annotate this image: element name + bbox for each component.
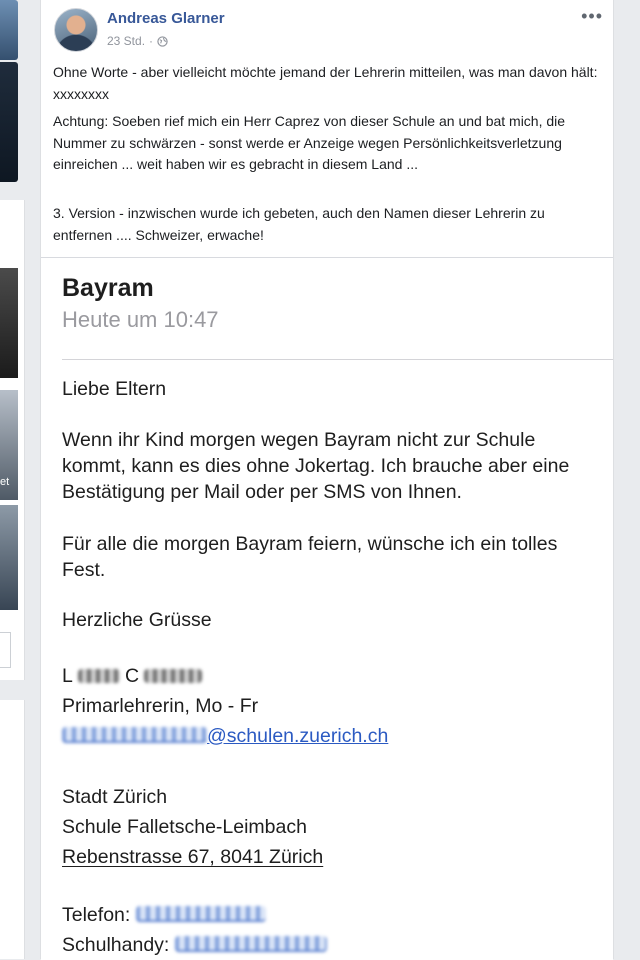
phone-label: Telefon: (62, 904, 131, 926)
post-paragraph: 3. Version - inzwischen wurde ich gebete… (53, 205, 545, 243)
left-card-2 (0, 700, 25, 959)
more-options-icon[interactable]: ••• (581, 6, 603, 27)
email-link[interactable]: @schulen.zuerich.ch (207, 725, 388, 747)
post-author[interactable]: Andreas Glarner (107, 10, 225, 27)
message-line: kommt, kann es dies ohne Jokertag. Ich b… (62, 455, 570, 477)
redacted-text (77, 669, 120, 683)
globe-icon[interactable] (157, 35, 168, 47)
redacted-text (144, 669, 203, 683)
message-sender: Bayram (62, 274, 154, 302)
signature-role: Primarlehrerin, Mo - Fr (62, 695, 259, 717)
redacted-phone[interactable] (135, 906, 266, 922)
name-initial: L (62, 665, 73, 687)
message-greeting: Liebe Eltern (62, 378, 167, 400)
left-input-box[interactable] (0, 632, 11, 668)
post-meta: 23 Std. · (107, 34, 168, 48)
post-paragraph: Achtung: Soeben rief mich ein Herr Capre… (53, 113, 566, 172)
signature-email[interactable]: @schulen.zuerich.ch (62, 725, 388, 748)
phone-row: Telefon: (62, 904, 266, 927)
mobile-row: Schulhandy: (62, 934, 327, 957)
left-photo-3[interactable] (0, 505, 18, 610)
address-city: Stadt Zürich (62, 786, 168, 808)
address-school: Schule Falletsche-Leimbach (62, 816, 307, 838)
redacted-phone[interactable] (174, 936, 327, 952)
signature-name: L C (62, 665, 203, 688)
address-street[interactable]: Rebenstrasse 67, 8041 Zürich (62, 846, 323, 869)
left-thumbnail-2[interactable] (0, 62, 18, 182)
post-paragraph: Ohne Worte - aber vielleicht möchte jema… (53, 64, 598, 102)
post-time[interactable]: 23 Std. (107, 34, 145, 48)
message-divider (62, 359, 613, 360)
left-photo-2[interactable]: et (0, 390, 18, 500)
meta-separator: · (149, 34, 154, 48)
feed-post: Andreas Glarner 23 Std. · ••• Ohne Worte… (40, 0, 614, 960)
left-photo-1[interactable] (0, 268, 18, 378)
message-time: Heute um 10:47 (62, 307, 219, 332)
name-initial: C (124, 665, 140, 687)
avatar[interactable] (54, 8, 98, 52)
left-partial-text: et (0, 476, 10, 488)
message-line: Wenn ihr Kind morgen wegen Bayram nicht … (62, 429, 536, 451)
message-line: Für alle die morgen Bayram feiern, wünsc… (62, 533, 558, 555)
left-thumbnail-1[interactable] (0, 0, 18, 60)
message-line: Fest. (62, 559, 106, 581)
mobile-label: Schulhandy: (62, 934, 170, 956)
message-closing: Herzliche Grüsse (62, 609, 212, 631)
left-feed-column: et (0, 0, 26, 959)
redacted-text (62, 727, 207, 743)
post-image[interactable]: Bayram Heute um 10:47 Liebe Eltern Wenn … (41, 257, 613, 960)
message-line: Bestätigung per Mail oder per SMS von Ih… (62, 481, 462, 503)
